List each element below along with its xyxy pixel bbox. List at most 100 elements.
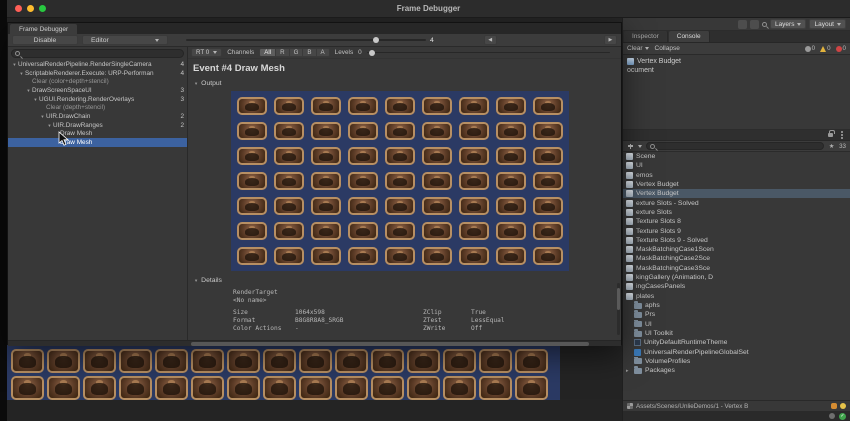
project-folder-row[interactable]: UniversalRenderPipelineGlobalSet [623,347,850,356]
window-titlebar[interactable]: Frame Debugger [7,0,850,18]
scene-asset-icon [626,153,633,161]
console-info-filter[interactable]: 0 [804,45,815,52]
fd-tree-item[interactable]: UIR.DrawRanges 2 [8,121,187,130]
slider-handle[interactable] [373,37,380,43]
texture-tile [385,197,415,215]
project-search-input[interactable] [646,142,825,150]
channel-button-b[interactable]: B [303,48,317,57]
channel-button-all[interactable]: All [259,48,277,57]
tab-console[interactable]: Console [668,31,710,42]
fd-tree-item[interactable]: ScriptableRenderer.Execute: URP-Performa… [8,69,187,78]
project-asset-row[interactable]: MaskBatchingCase1Scen [623,245,850,254]
scene-asset-icon [626,208,633,216]
unity-editor-right-panel: Layers Layout Inspector Console Clear Co… [622,18,850,421]
editor-target-dropdown[interactable]: Editor [82,35,168,45]
foldout-arrow-icon[interactable] [32,97,39,102]
slider-handle[interactable] [368,49,375,56]
project-asset-row[interactable]: kingGallery (Animation, D [623,273,850,282]
minimize-window-button[interactable] [27,5,34,12]
fd-tree-item[interactable]: Draw Mesh [8,130,187,139]
project-folder-row[interactable]: UI [623,319,850,329]
zoom-window-button[interactable] [39,5,46,12]
console-warning-filter[interactable]: 0 [820,45,831,52]
console-clear-button[interactable]: Clear [627,45,649,52]
event-number-field[interactable]: 4 [430,37,434,44]
layout-dropdown[interactable]: Layout [809,19,846,29]
fd-tree-item[interactable]: UGUI.Rendering.RenderOverlays 3 [8,95,187,104]
project-folder-row[interactable]: aphs [623,301,850,310]
create-asset-icon[interactable] [627,143,634,150]
fd-tree-item[interactable]: UIR.DrawChain 2 [8,112,187,121]
scrollbar-handle[interactable] [191,342,589,346]
console-log-entry[interactable]: Vertex Budget [623,57,850,66]
fd-tree-item[interactable]: Draw Mesh [8,138,187,147]
scene-asset-icon [626,264,633,272]
panel-menu-icon[interactable] [841,134,843,136]
project-asset-row[interactable]: Texture Slots 9 - Solved [623,236,850,245]
project-asset-row[interactable]: Vertex Budget [623,189,850,199]
notification-icon[interactable] [840,403,846,409]
levels-slider[interactable] [366,48,610,58]
fd-tree-item[interactable]: Clear (color+depth+stencil) [8,77,187,86]
favorites-icon[interactable] [828,143,835,150]
expand-arrow-icon[interactable] [626,368,631,374]
details-scrollbar[interactable] [617,283,620,335]
project-folder-row[interactable]: Packages [623,366,850,375]
project-asset-row[interactable]: exture Slots - Solved [623,198,850,207]
tree-search-input[interactable] [11,49,184,58]
project-asset-row[interactable]: MaskBatchingCase2Sce [623,254,850,263]
chevron-down-icon [155,38,159,42]
project-folder-row[interactable]: Prs [623,310,850,319]
project-asset-row[interactable]: plates [623,291,850,300]
project-asset-row[interactable]: MaskBatchingCase3Sce [623,264,850,273]
activity-icon[interactable] [829,413,835,419]
detail-key: ZTest [423,317,442,324]
disable-button[interactable]: Disable [12,35,78,45]
search-icon[interactable] [761,21,767,27]
project-asset-row[interactable]: ingCasesPanels [623,282,850,291]
project-asset-row[interactable]: Scene [623,152,850,161]
project-asset-row[interactable]: exture Slots [623,208,850,217]
output-foldout[interactable]: Output [194,80,221,87]
alert-icon[interactable] [831,403,837,409]
fd-tree-item[interactable]: DrawScreenSpaceUI 3 [8,86,187,95]
close-window-button[interactable] [15,5,22,12]
project-folder-row[interactable]: UnityDefaultRuntimeTheme [623,338,850,347]
project-asset-row[interactable]: Vertex Budget [623,180,850,189]
project-folder-row[interactable]: VolumeProfiles [623,356,850,366]
console-collapse-button[interactable]: Collapse [655,45,680,52]
foldout-arrow-icon[interactable] [25,88,32,93]
foldout-arrow-icon[interactable] [18,71,25,76]
project-folder-row[interactable]: UI Toolkit [623,328,850,338]
details-foldout[interactable]: Details [194,277,222,284]
mouse-cursor [58,131,70,146]
tab-inspector[interactable]: Inspector [624,31,668,42]
console-log-entry[interactable]: ocument [623,66,850,75]
project-asset-row[interactable]: Texture Slots 9 [623,226,850,235]
texture-tile [422,147,452,165]
cloud-icon[interactable] [749,19,759,29]
channel-button-g[interactable]: G [289,48,304,57]
tab-frame-debugger[interactable]: Frame Debugger [10,24,78,34]
event-slider[interactable] [186,35,426,45]
fd-tree-item[interactable]: UniversalRenderPipeline.RenderSingleCame… [8,60,187,69]
render-target-dropdown[interactable]: RT 0 [191,48,223,57]
layers-dropdown[interactable]: Layers [769,19,807,29]
foldout-arrow-icon[interactable] [39,114,46,119]
console-error-filter[interactable]: 0 [835,45,846,52]
project-asset-row[interactable]: emos [623,171,850,180]
asset-label: Texture Slots 9 - Solved [636,236,708,244]
project-asset-row[interactable]: Texture Slots 8 [623,217,850,226]
previous-event-button[interactable]: ◀ [483,35,497,45]
channel-button-a[interactable]: A [316,48,330,57]
next-event-button[interactable]: ▶ [604,35,617,45]
foldout-arrow-icon[interactable] [46,123,53,128]
lock-icon[interactable] [828,130,835,137]
foldout-arrow-icon[interactable] [11,62,18,67]
account-icon[interactable] [737,19,747,29]
editor-toolbar: Layers Layout [623,18,850,31]
horizontal-scrollbar[interactable] [8,340,621,346]
channel-button-r[interactable]: R [276,48,290,57]
fd-tree-item[interactable]: Clear (depth+stencil) [8,103,187,112]
project-asset-row[interactable]: UI [623,161,850,170]
